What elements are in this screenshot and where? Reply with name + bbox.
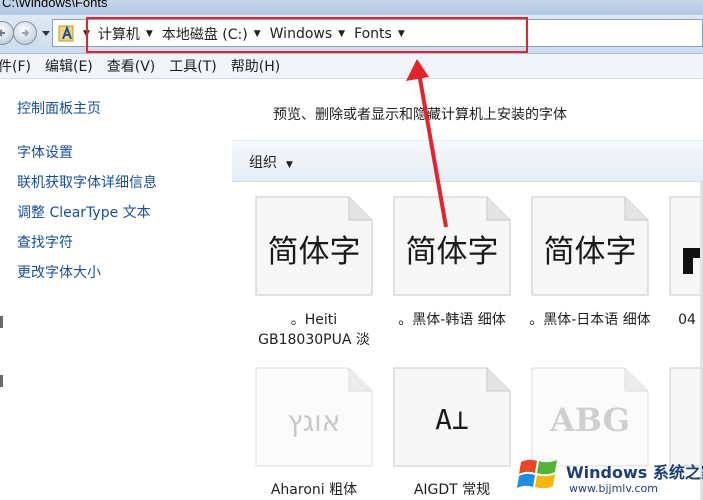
adjust-cleartype-link[interactable]: 调整 ClearType 文本 — [17, 202, 151, 222]
breadcrumb-windows[interactable]: Windows ▼ — [270, 26, 345, 42]
font-name: AIGDT 常规 — [413, 482, 491, 498]
font-preview: 简体字 — [405, 234, 499, 270]
menu-tools[interactable]: 工具(T) — [169, 56, 216, 76]
font-name: Aharoni 粗体 — [270, 482, 358, 498]
organize-button[interactable]: 组织 ▼ — [249, 152, 293, 172]
menu-help[interactable]: 帮助(H) — [231, 56, 280, 76]
menu-edit[interactable]: 编辑(E) — [45, 56, 93, 76]
menu-view[interactable]: 查看(V) — [107, 56, 156, 76]
watermark-title: Windows 系统之家 — [566, 463, 703, 482]
page-description: 预览、删除或者显示和隐藏计算机上安装的字体 — [273, 107, 567, 123]
font-name: 04 — [678, 312, 696, 328]
chevron-down-icon[interactable]: ▼ — [338, 29, 345, 39]
pane-edge-mark — [0, 375, 3, 387]
watermark-url: www.bjjmlv.com — [569, 482, 658, 495]
breadcrumb-root-chevron-icon[interactable]: ▼ — [83, 29, 90, 39]
navigation-bar: ▼ 计算机 ▼ 本地磁盘 (C:) ▼ Windows ▼ Fonts ▼ — [0, 15, 703, 54]
menu-file[interactable]: 件(F) — [0, 56, 31, 76]
pane-edge-mark — [0, 316, 3, 328]
font-name: 。黑体-日本语 细体 — [529, 312, 651, 328]
back-arrow-icon — [0, 29, 5, 37]
title-bar: C:\Windows\Fonts — [0, 0, 703, 15]
chevron-down-icon[interactable]: ▼ — [146, 29, 153, 39]
font-name: 。Heiti GB18030PUA 淡 — [258, 312, 370, 348]
windows-logo-icon — [517, 459, 557, 489]
forward-button[interactable] — [13, 21, 37, 45]
font-preview: 简体字 — [543, 234, 637, 270]
breadcrumb-local-disk[interactable]: 本地磁盘 (C:) ▼ — [162, 24, 261, 44]
command-bar: 组织 ▼ — [232, 140, 703, 182]
font-file-icon — [669, 196, 703, 296]
window-title: C:\Windows\Fonts — [2, 0, 108, 10]
find-character-link[interactable]: 查找字符 — [17, 232, 73, 252]
breadcrumb-fonts[interactable]: Fonts ▼ — [354, 26, 405, 42]
address-bar[interactable]: ▼ 计算机 ▼ 本地磁盘 (C:) ▼ Windows ▼ Fonts ▼ — [52, 19, 703, 47]
font-preview: ABG — [550, 401, 630, 439]
get-font-info-online-link[interactable]: 联机获取字体详细信息 — [17, 172, 157, 192]
font-name: 。黑体-韩语 细体 — [398, 312, 506, 328]
site-watermark: Windows 系统之家 www.bjjmlv.com — [509, 448, 703, 500]
chevron-down-icon[interactable]: ▼ — [254, 29, 261, 39]
back-button[interactable] — [0, 21, 14, 45]
task-pane: 控制面板主页 字体设置 联机获取字体详细信息 调整 ClearType 文本 查… — [0, 79, 232, 500]
chevron-down-icon[interactable]: ▼ — [398, 29, 405, 39]
content-pane: 预览、删除或者显示和隐藏计算机上安装的字体 组织 ▼ 简体字 。Heiti GB1… — [232, 79, 703, 500]
breadcrumb-computer[interactable]: 计算机 ▼ — [98, 24, 153, 44]
menu-bar: 件(F) 编辑(E) 查看(V) 工具(T) 帮助(H) — [0, 54, 703, 79]
change-font-size-link[interactable]: 更改字体大小 — [17, 262, 101, 282]
control-panel-home-link[interactable]: 控制面板主页 — [17, 98, 101, 118]
forward-arrow-icon — [22, 29, 30, 37]
font-preview: 简体字 — [267, 234, 361, 270]
recent-pages-chevron-icon[interactable] — [42, 29, 50, 37]
font-preview: A⊥ — [435, 403, 469, 436]
fonts-folder-icon — [58, 25, 74, 42]
font-settings-link[interactable]: 字体设置 — [17, 142, 73, 162]
chevron-down-icon: ▼ — [286, 160, 293, 170]
font-preview: אוגץ — [287, 405, 341, 438]
